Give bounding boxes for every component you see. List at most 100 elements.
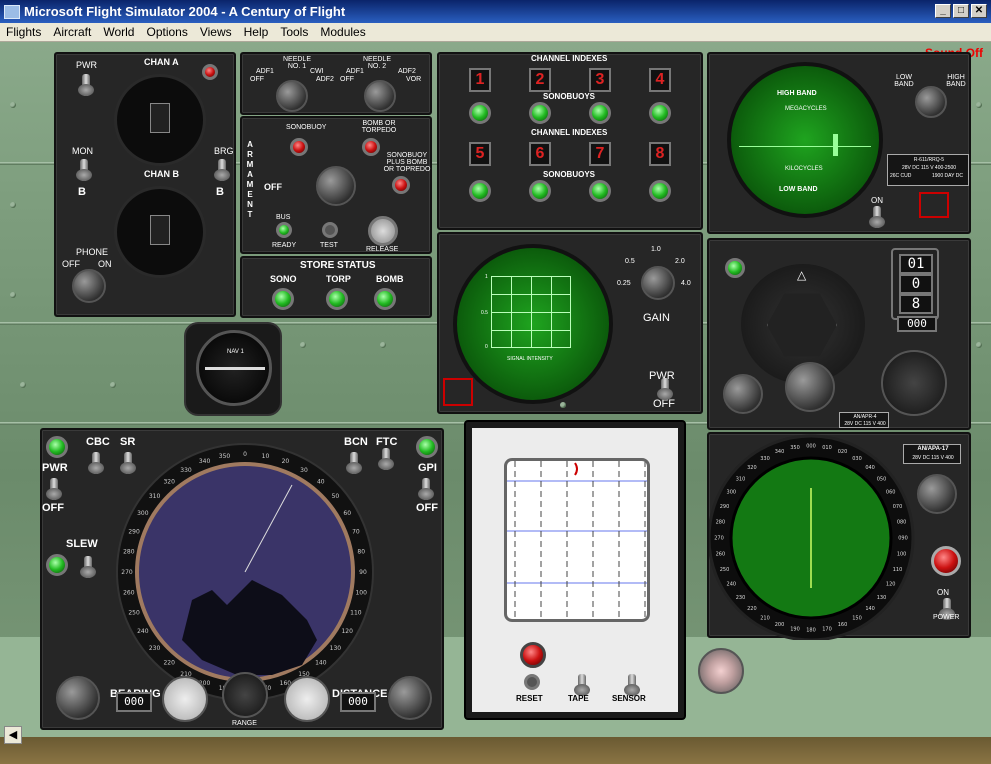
compass-ring-label: 110 (893, 567, 903, 573)
menu-world[interactable]: World (97, 25, 140, 39)
distance-slew-knob[interactable] (284, 676, 330, 722)
needle2-selector-knob[interactable] (364, 80, 396, 112)
minimize-button[interactable]: _ (935, 4, 951, 18)
needle1-selector-knob[interactable] (276, 80, 308, 112)
recorder-alarm-lamp (520, 642, 546, 668)
floor-selector-knob[interactable] (698, 648, 744, 694)
compass-ring-label: 100 (897, 552, 907, 558)
menu-modules[interactable]: Modules (314, 25, 371, 39)
counter-center-knob[interactable] (785, 362, 835, 412)
menu-tools[interactable]: Tools (274, 25, 314, 39)
compass-ring-label: 320 (747, 465, 757, 471)
compass-ring-label: 160 (838, 622, 848, 628)
test-button[interactable] (322, 222, 338, 238)
rivet (976, 342, 982, 348)
sonobuoy-label: SONOBUOY (286, 124, 327, 131)
bus-label: BUS (276, 214, 291, 221)
chan-a-dial[interactable] (114, 74, 206, 166)
apa17-on-label: ON (937, 588, 949, 597)
brg-toggle[interactable] (214, 159, 230, 181)
counter-panel: △ 01 0 8 000 AN/APR-4 28V DC 115 V 400 (707, 238, 971, 430)
compass-ring-label: 260 (716, 552, 726, 558)
apa17-tune-knob[interactable] (917, 474, 957, 514)
channel-8-box: 8 (649, 142, 671, 166)
tape-toggle[interactable] (574, 674, 590, 696)
compass-ring-label: 130 (330, 645, 342, 652)
armament-selector-knob[interactable] (316, 166, 356, 206)
compass-ring-label: 210 (760, 615, 770, 621)
signal-power-toggle[interactable] (657, 378, 673, 400)
torp-label: TORP (326, 274, 351, 284)
release-button[interactable] (368, 216, 398, 246)
compass-ring-label: 270 (121, 569, 133, 576)
menu-flights[interactable]: Flights (0, 25, 47, 39)
compass-ring-label: 040 (865, 465, 875, 471)
sensor-toggle[interactable] (624, 674, 640, 696)
compass-ring-label: 300 (727, 490, 737, 496)
view-scroll-left-button[interactable]: ◀ (4, 726, 22, 744)
gain-label: GAIN (643, 312, 670, 324)
counter-mode-knob[interactable] (881, 350, 947, 416)
gain-knob[interactable] (641, 266, 675, 300)
band-power-toggle[interactable] (869, 206, 885, 228)
chan-b-dial[interactable] (114, 186, 206, 278)
b-right-label: B (216, 186, 224, 198)
compass-ring-label: 180 (806, 628, 816, 634)
compass-ring-label: 80 (357, 549, 365, 556)
compass-ring-label: 060 (886, 490, 896, 496)
reset-button[interactable] (524, 674, 540, 690)
compass-ring-label: 190 (790, 626, 800, 632)
compass-ring-label: 240 (727, 582, 737, 588)
menu-help[interactable]: Help (238, 25, 275, 39)
bomb-torpedo-lamp (362, 138, 380, 156)
channel-1-box: 1 (469, 68, 491, 92)
bearing-readout: 000 (116, 692, 152, 712)
apa17-power-toggle[interactable] (939, 598, 955, 620)
counter-status-lamp (725, 258, 745, 278)
menu-options[interactable]: Options (140, 25, 193, 39)
channel-5-lamp (469, 180, 491, 202)
menu-aircraft[interactable]: Aircraft (47, 25, 97, 39)
maximize-button[interactable]: □ (953, 4, 969, 18)
channel-8-lamp (649, 180, 671, 202)
nav1-instrument[interactable]: NAV 1 (184, 322, 282, 416)
close-button[interactable]: ✕ (971, 4, 987, 18)
hex-knob[interactable] (767, 293, 837, 357)
recorder-panel: RESET TAPE SENSOR (464, 420, 686, 720)
apa17-scope-svg: 000 010 020 030040050 060 070 080 090 100 110 120 1… (709, 434, 915, 640)
compass-ring-label: 290 (128, 529, 140, 536)
signal-intensity-panel: 1 0.5 0 SIGNAL INTENSITY 1.0 0.5 2.0 0.2… (437, 232, 703, 414)
armament-off-label: OFF (264, 182, 282, 192)
megacycles-label: MEGACYCLES (785, 106, 827, 112)
channel-7-lamp (589, 180, 611, 202)
recorder-chart-paper[interactable] (504, 458, 650, 622)
bearing-slew-knob[interactable] (162, 676, 208, 722)
compass-ring-label: 290 (720, 504, 730, 510)
distance-knob[interactable] (388, 676, 432, 720)
bearing-knob[interactable] (56, 676, 100, 720)
sonobuoy-receiver-panel: PWR CHAN A MON B BRG B CHAN B PHONE OFF … (54, 52, 236, 317)
band-selector-knob[interactable] (915, 86, 947, 118)
compass-ring-label: 330 (760, 456, 770, 462)
pwr-toggle[interactable] (78, 74, 94, 96)
menu-views[interactable]: Views (194, 25, 238, 39)
rivet (10, 292, 16, 298)
needle1-adf1-label: ADF1 (256, 68, 274, 75)
torp-status-lamp (326, 288, 348, 310)
compass-ring-label: 250 (720, 567, 730, 573)
phone-selector-knob[interactable] (72, 269, 106, 303)
counter-left-knob[interactable] (723, 374, 763, 414)
compass-ring-label: 350 (790, 445, 800, 451)
signal-y-top: 1 (485, 274, 488, 280)
band-power-warning-frame (919, 192, 949, 218)
rivet (560, 402, 566, 408)
compass-ring-label: 150 (852, 615, 862, 621)
range-knob[interactable] (222, 672, 268, 718)
counter-digit-1: 01 (899, 254, 933, 274)
band-nameplate: R-611/RRQ-5 28V DC 115 V 400-2500 26C CU… (887, 154, 969, 186)
gain-tick-0.25: 0.25 (617, 280, 631, 287)
counter-digit-2: 0 (899, 274, 933, 294)
mon-toggle[interactable] (76, 159, 92, 181)
store-status-title: STORE STATUS (300, 260, 376, 271)
window-titlebar: Microsoft Flight Simulator 2004 - A Cent… (0, 0, 991, 23)
